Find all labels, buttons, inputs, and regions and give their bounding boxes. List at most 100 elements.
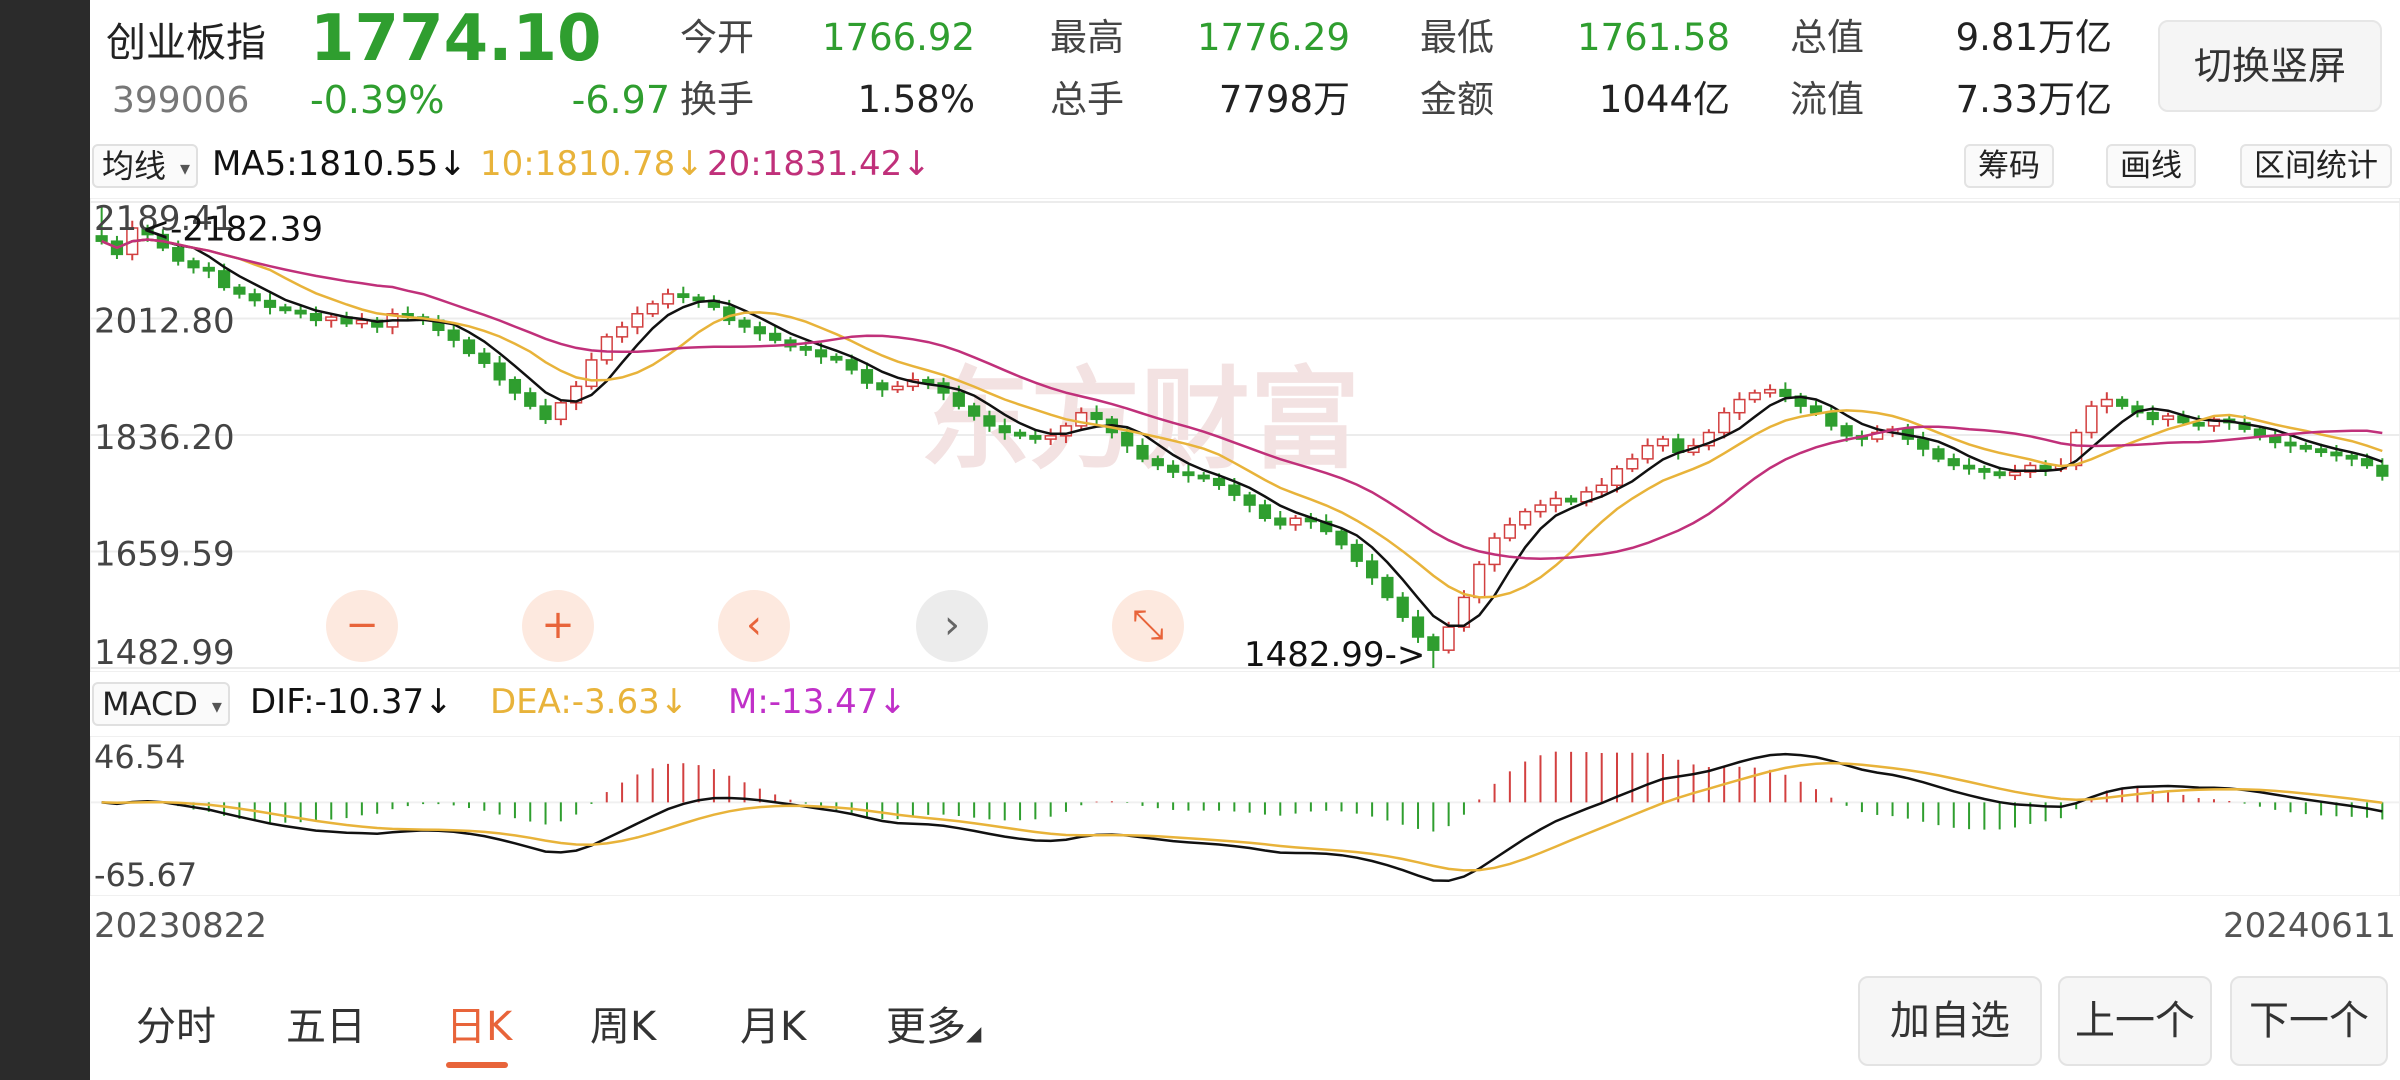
candle-body bbox=[1534, 504, 1547, 513]
candle-body bbox=[2008, 471, 2022, 477]
collapse-button[interactable]: ⤡ bbox=[1112, 590, 1184, 662]
candle-body bbox=[876, 382, 889, 391]
candle-body bbox=[493, 362, 506, 381]
ma-indicator-bar: 均线 ▾ MA5:1810.55↓ 10:1810.78↓ 20:1831.42… bbox=[90, 140, 2400, 192]
candle-body bbox=[2360, 458, 2374, 467]
macd-y-min-label: -65.67 bbox=[94, 856, 197, 894]
scroll-left-icon: ‹ bbox=[746, 602, 762, 648]
ma-selector[interactable]: 均线 ▾ bbox=[92, 144, 199, 188]
y-axis-label: 2012.80 bbox=[94, 302, 235, 342]
scroll-right-button[interactable]: › bbox=[916, 590, 988, 662]
scroll-right-icon: › bbox=[944, 602, 960, 648]
candle-body bbox=[1993, 471, 2006, 477]
chips-button[interactable]: 筹码 bbox=[1964, 144, 2054, 188]
candle-body bbox=[325, 316, 338, 322]
candle bbox=[600, 333, 613, 365]
candle-body bbox=[1947, 458, 1960, 467]
candle-body bbox=[600, 336, 613, 361]
ma5-value: MA5:1810.55↓ bbox=[212, 144, 467, 184]
candle-body bbox=[1442, 626, 1455, 651]
active-tab-indicator bbox=[446, 1062, 508, 1068]
candle-body bbox=[1840, 425, 1853, 437]
candle-body bbox=[2253, 428, 2267, 437]
candle-body bbox=[233, 286, 246, 295]
candle-body bbox=[1978, 468, 1991, 473]
macd-chart[interactable]: 46.54 -65.67 bbox=[90, 736, 2400, 896]
candle-body bbox=[294, 309, 307, 315]
draw-line-button[interactable]: 画线 bbox=[2106, 144, 2196, 188]
candle-body bbox=[1488, 537, 1501, 566]
candle-body bbox=[615, 326, 629, 338]
candle-body bbox=[1029, 435, 1042, 440]
tab-more[interactable]: 更多◢ bbox=[886, 994, 981, 1052]
candle-body bbox=[1641, 444, 1654, 460]
candle-body bbox=[1932, 448, 1945, 460]
scroll-left-button[interactable]: ‹ bbox=[718, 590, 790, 662]
candle-body bbox=[1962, 464, 1976, 470]
period-tabs: 分时 五日 日K 周K 月K 更多◢ bbox=[90, 970, 1190, 1080]
candle-body bbox=[677, 293, 690, 299]
candle-body bbox=[1381, 576, 1394, 599]
corner-triangle-icon: ◢ bbox=[966, 1021, 982, 1045]
change-percent: -0.39% bbox=[310, 78, 445, 122]
tab-monthly-k[interactable]: 月K bbox=[740, 994, 806, 1052]
tab-minute[interactable]: 分时 bbox=[136, 994, 216, 1052]
dif-value: DIF:-10.37↓ bbox=[250, 682, 453, 722]
candle-body bbox=[1595, 484, 1608, 493]
kline-chart[interactable]: 东方财富2189.412012.801836.201659.591482.99<… bbox=[90, 198, 2400, 672]
candle-body bbox=[860, 369, 874, 384]
candle-body bbox=[2192, 421, 2205, 427]
stock-detail-screen: 创业板指 1774.10 399006 -0.39% -6.97 今开 1766… bbox=[90, 0, 2400, 1080]
candle-body bbox=[2315, 448, 2328, 454]
candle-body bbox=[172, 247, 185, 262]
macd-selector[interactable]: MACD ▾ bbox=[92, 682, 230, 726]
candle-body bbox=[1335, 530, 1348, 546]
switch-portrait-button[interactable]: 切换竖屏 bbox=[2158, 20, 2382, 112]
candle bbox=[462, 336, 476, 357]
zoom-out-button[interactable]: − bbox=[326, 590, 398, 662]
min-price-marker: 1482.99-> bbox=[1244, 635, 1425, 672]
candle-body bbox=[187, 260, 200, 269]
candle-body bbox=[661, 293, 675, 305]
ma-selector-label: 均线 bbox=[102, 147, 167, 185]
candle-body bbox=[2146, 411, 2159, 421]
add-watchlist-button[interactable]: 加自选 bbox=[1858, 976, 2042, 1066]
stat-value: 1766.92 bbox=[821, 16, 975, 59]
candle-body bbox=[1350, 543, 1363, 562]
tab-daily-k[interactable]: 日K bbox=[446, 994, 512, 1052]
previous-button[interactable]: 上一个 bbox=[2058, 976, 2212, 1066]
next-button[interactable]: 下一个 bbox=[2230, 976, 2388, 1066]
candle-body bbox=[1151, 458, 1164, 467]
stat-label: 今开 bbox=[680, 16, 754, 59]
stat-label: 金额 bbox=[1420, 78, 1494, 121]
stat-label: 换手 bbox=[680, 78, 754, 121]
candle-body bbox=[585, 359, 598, 388]
stat-value: 1776.29 bbox=[1196, 16, 1350, 59]
candle-body bbox=[2345, 454, 2358, 460]
candle-body bbox=[692, 296, 705, 302]
candle-body bbox=[1718, 411, 1731, 434]
zoom-in-button[interactable]: + bbox=[522, 590, 594, 662]
candle-body bbox=[554, 402, 567, 421]
candle-body bbox=[508, 378, 522, 394]
candle-body bbox=[646, 303, 659, 315]
candle-body bbox=[447, 329, 460, 341]
candle-body bbox=[478, 352, 491, 364]
stat-value: 1761.58 bbox=[1576, 16, 1730, 59]
range-stats-button[interactable]: 区间统计 bbox=[2240, 144, 2392, 188]
candle-body bbox=[217, 270, 231, 289]
candle-body bbox=[263, 299, 277, 308]
dea-value: DEA:-3.63↓ bbox=[490, 682, 689, 722]
tab-weekly-k[interactable]: 周K bbox=[590, 994, 656, 1052]
candle-body bbox=[830, 355, 843, 361]
candle-body bbox=[1212, 477, 1226, 487]
candle-body bbox=[1121, 431, 1134, 447]
candle-body bbox=[968, 405, 981, 417]
candle-body bbox=[2161, 415, 2175, 421]
candle-body bbox=[248, 293, 261, 302]
tab-five-day[interactable]: 五日 bbox=[286, 994, 366, 1052]
end-date: 20240611 bbox=[2222, 906, 2396, 946]
candle-body bbox=[2116, 398, 2129, 407]
candle-body bbox=[1274, 517, 1287, 526]
candle-body bbox=[1258, 504, 1272, 519]
